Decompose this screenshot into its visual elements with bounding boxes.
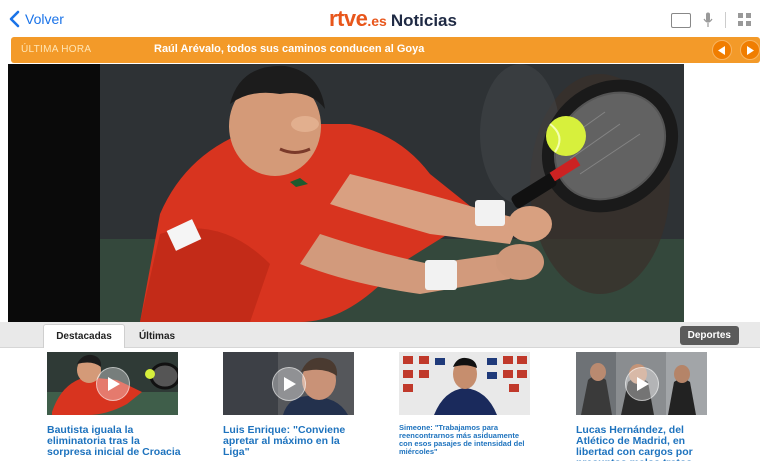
back-button[interactable]: Volver [8,10,64,28]
top-bar: Volver rtve .es Noticias [0,0,760,40]
tab-destacadas[interactable]: Destacadas [43,324,125,348]
video-thumbnail[interactable] [47,352,178,415]
brand-suffix: .es [367,13,387,29]
thumbnail-image [399,352,530,415]
news-card-title[interactable]: Luis Enrique: "Conviene apretar al máxim… [223,425,358,458]
tab-ultimas[interactable]: Últimas [127,324,187,348]
breaking-news-label: ÚLTIMA HORA [21,44,92,55]
play-icon [108,376,120,391]
rtve-logo[interactable]: rtve .es Noticias [329,6,457,32]
video-thumbnail[interactable] [399,352,530,415]
news-card[interactable]: Bautista iguala la eliminatoria tras la … [47,352,182,458]
back-label: Volver [25,11,64,27]
section-title: Noticias [390,11,457,30]
hero-image[interactable] [8,64,684,322]
microphone-icon[interactable] [703,12,713,28]
play-icon [284,376,296,391]
news-card-title[interactable]: Simeone: "Trabajamos para reencontrarnos… [399,424,534,456]
news-card[interactable]: Luis Enrique: "Conviene apretar al máxim… [223,352,358,458]
news-card[interactable]: Simeone: "Trabajamos para reencontrarnos… [399,352,534,456]
video-thumbnail[interactable] [576,352,707,415]
news-tabs: Destacadas Últimas Deportes [0,322,760,348]
triangle-left-icon [718,45,725,55]
breaking-news-bar[interactable]: ÚLTIMA HORA Raúl Arévalo, todos sus cami… [11,37,760,63]
news-cards: Bautista iguala la eliminatoria tras la … [0,349,760,461]
ticker-next-button[interactable] [740,40,760,60]
tennis-illustration [100,64,684,322]
section-deportes-button[interactable]: Deportes [679,326,739,345]
news-card[interactable]: Lucas Hernández, del Atlético de Madrid,… [576,352,711,461]
window-icon[interactable] [671,12,691,28]
chevron-left-icon [9,10,20,28]
separator [725,12,726,28]
brand-name: rtve [329,6,368,31]
triangle-right-icon [747,45,754,55]
play-icon [637,376,649,391]
play-button[interactable] [95,366,130,401]
grid-menu-icon[interactable] [738,13,752,27]
tennis-player-photo [100,64,684,322]
news-card-title[interactable]: Bautista iguala la eliminatoria tras la … [47,425,182,458]
video-thumbnail[interactable] [223,352,354,415]
breaking-news-headline[interactable]: Raúl Arévalo, todos sus caminos conducen… [154,43,424,55]
play-button[interactable] [271,366,306,401]
ticker-prev-button[interactable] [712,40,732,60]
play-button[interactable] [624,366,659,401]
news-card-title[interactable]: Lucas Hernández, del Atlético de Madrid,… [576,425,711,461]
top-actions [671,12,752,28]
